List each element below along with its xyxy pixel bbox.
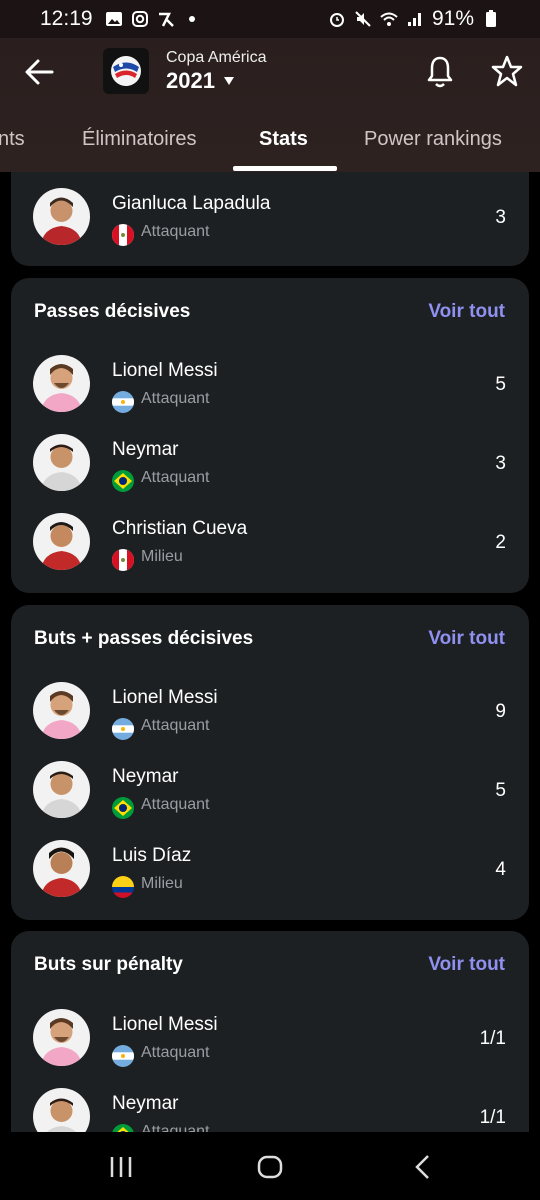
wifi-icon — [380, 12, 398, 26]
tab-stats[interactable]: Stats — [259, 128, 308, 151]
player-row[interactable]: Lionel Messi Attaquant 5 — [11, 355, 529, 435]
player-row[interactable]: Neymar Attaquant 5 — [11, 761, 529, 841]
see-all-link[interactable]: Voir tout — [428, 954, 505, 976]
competition-logo — [103, 48, 149, 94]
stats-card-goals-assists: Buts + passes décisives Voir tout Lionel… — [11, 605, 529, 920]
stat-value: 3 — [495, 453, 506, 474]
player-avatar — [33, 1009, 90, 1066]
stat-value: 9 — [495, 701, 506, 722]
stat-value: 5 — [495, 780, 506, 801]
stat-value: 1/1 — [479, 1028, 506, 1049]
stat-value: 4 — [495, 859, 506, 880]
player-row[interactable]: Gianluca Lapadula Attaquant 3 — [11, 188, 529, 268]
player-avatar — [33, 355, 90, 412]
season-label: 2021 — [166, 68, 215, 93]
player-name: Neymar — [112, 766, 179, 787]
player-row[interactable]: Lionel Messi Attaquant 1/1 — [11, 1009, 529, 1089]
app-icon — [158, 12, 174, 27]
player-name: Gianluca Lapadula — [112, 193, 271, 214]
player-avatar — [33, 1088, 90, 1132]
stats-content[interactable]: Gianluca Lapadula Attaquant 3 Passes déc… — [0, 172, 540, 1132]
player-avatar — [33, 434, 90, 491]
status-bar: 12:19 91% — [0, 0, 540, 38]
battery-icon — [486, 10, 496, 27]
home-icon[interactable] — [255, 1152, 285, 1182]
player-name: Lionel Messi — [112, 687, 218, 708]
stats-card-top-scorers: Gianluca Lapadula Attaquant 3 — [11, 172, 529, 266]
player-position: Attaquant — [141, 796, 210, 813]
player-row[interactable]: Neymar Attaquant 3 — [11, 434, 529, 514]
system-nav-bar — [0, 1132, 540, 1200]
stat-value: 5 — [495, 374, 506, 395]
gallery-icon — [105, 12, 122, 26]
card-title: Buts sur pénalty — [34, 954, 183, 975]
notification-icons — [105, 10, 201, 28]
player-avatar — [33, 761, 90, 818]
player-position: Attaquant — [141, 1044, 210, 1061]
player-avatar — [33, 513, 90, 570]
peru-flag-icon — [112, 224, 134, 246]
player-position: Milieu — [141, 548, 183, 565]
argentina-flag-icon — [112, 1045, 134, 1067]
stats-card-penalty-goals: Buts sur pénalty Voir tout Lionel Messi … — [11, 931, 529, 1132]
player-avatar — [33, 682, 90, 739]
tab-power-rankings[interactable]: Power rankings — [364, 128, 502, 151]
player-name: Luis Díaz — [112, 845, 192, 866]
recent-apps-icon[interactable] — [106, 1152, 136, 1182]
player-position: Attaquant — [141, 469, 210, 486]
player-name: Christian Cueva — [112, 518, 248, 539]
instagram-icon — [131, 11, 148, 27]
brazil-flag-icon — [112, 470, 134, 492]
status-time: 12:19 — [40, 7, 93, 30]
player-position: Milieu — [141, 875, 183, 892]
chevron-down-icon — [223, 77, 234, 85]
card-title: Passes décisives — [34, 301, 191, 322]
active-tab-indicator — [233, 166, 337, 171]
player-row[interactable]: Neymar Attaquant 1/1 — [11, 1088, 529, 1132]
back-arrow-icon[interactable] — [20, 52, 60, 92]
argentina-flag-icon — [112, 718, 134, 740]
card-title: Buts + passes décisives — [34, 628, 254, 649]
back-nav-icon[interactable] — [408, 1152, 438, 1182]
player-avatar — [33, 188, 90, 245]
season-selector[interactable]: 2021 — [166, 68, 235, 94]
battery-percent: 91% — [431, 7, 474, 30]
player-name: Lionel Messi — [112, 360, 218, 381]
stat-value: 2 — [495, 532, 506, 553]
stats-card-assists: Passes décisives Voir tout Lionel Messi … — [11, 278, 529, 593]
player-position: Attaquant — [141, 717, 210, 734]
signal-icon — [407, 13, 421, 26]
system-icons: 91% — [328, 7, 500, 31]
bell-icon[interactable] — [424, 54, 456, 90]
colombia-flag-icon — [112, 876, 134, 898]
alarm-icon — [329, 13, 344, 27]
player-position: Attaquant — [141, 223, 210, 240]
peru-flag-icon — [112, 549, 134, 571]
player-name: Lionel Messi — [112, 1014, 218, 1035]
player-avatar — [33, 840, 90, 897]
see-all-link[interactable]: Voir tout — [428, 628, 505, 650]
player-name: Neymar — [112, 1093, 179, 1114]
competition-name: Copa América — [166, 49, 267, 66]
copa-america-logo-icon — [111, 56, 141, 86]
tab-bar: nts Éliminatoires Stats Power rankings — [0, 120, 540, 172]
mute-icon — [355, 11, 371, 27]
player-position: Attaquant — [141, 390, 210, 407]
player-position: Attaquant — [141, 1123, 210, 1132]
brazil-flag-icon — [112, 797, 134, 819]
player-row[interactable]: Lionel Messi Attaquant 9 — [11, 682, 529, 762]
competition-header: Copa América 2021 nts Éliminatoires Stat… — [0, 38, 540, 172]
brazil-flag-icon — [112, 1124, 134, 1132]
stat-value: 3 — [495, 207, 506, 228]
dot-icon — [188, 16, 195, 22]
see-all-link[interactable]: Voir tout — [428, 301, 505, 323]
player-row[interactable]: Luis Díaz Milieu 4 — [11, 840, 529, 920]
player-name: Neymar — [112, 439, 179, 460]
argentina-flag-icon — [112, 391, 134, 413]
tab-eliminatoires[interactable]: Éliminatoires — [82, 128, 196, 151]
player-row[interactable]: Christian Cueva Milieu 2 — [11, 513, 529, 593]
stat-value: 1/1 — [479, 1107, 506, 1128]
star-icon[interactable] — [490, 54, 524, 88]
tab-events[interactable]: nts — [0, 128, 25, 151]
